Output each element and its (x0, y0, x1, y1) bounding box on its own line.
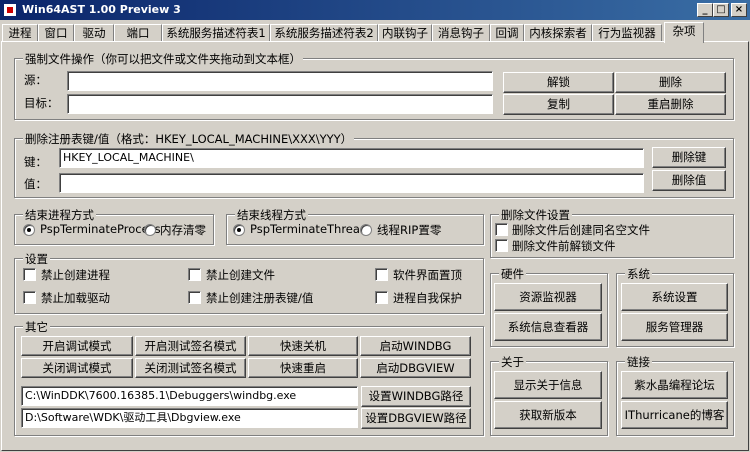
topmost-label: 软件界面置顶 (393, 268, 462, 282)
source-input[interactable] (67, 71, 493, 91)
create-empty-file-checkbox[interactable] (495, 223, 508, 236)
tab-message-hook[interactable]: 消息钩子 (432, 24, 490, 42)
links-title: 链接 (625, 354, 652, 370)
resource-monitor-button[interactable]: 资源监视器 (494, 283, 602, 311)
delete-value-button[interactable]: 删除值 (652, 170, 726, 191)
end-thread-title: 结束线程方式 (235, 207, 308, 223)
about-title: 关于 (499, 354, 526, 370)
key-label: 键： (24, 155, 47, 169)
delete-file-settings-title: 删除文件设置 (499, 207, 572, 223)
minimize-button[interactable]: _ (697, 3, 713, 17)
tab-window[interactable]: 窗口 (38, 24, 74, 42)
pspterminateprocess-label: PspTerminateProcess (40, 222, 161, 236)
delete-key-button[interactable]: 删除键 (652, 147, 726, 168)
registry-title: 删除注册表键/值（格式：HKEY_LOCAL_MACHINE\XXX\YYY） (23, 131, 355, 147)
thread-rip-zero-label: 线程RIP置零 (377, 223, 442, 237)
no-create-process-label: 禁止创建进程 (41, 268, 110, 282)
no-create-registry-label: 禁止创建注册表键/值 (206, 291, 314, 305)
tab-misc[interactable]: 杂项 (664, 22, 704, 43)
other-title: 其它 (23, 319, 50, 335)
memory-zero-label: 内存清零 (160, 223, 206, 237)
forum-link-button[interactable]: 紫水晶编程论坛 (621, 371, 728, 399)
window-title: Win64AST 1.00 Preview 3 (22, 3, 181, 16)
tab-ssdt1[interactable]: 系统服务描述符表1 (162, 24, 270, 42)
self-protect-label: 进程自我保护 (393, 291, 462, 305)
fast-shutdown-button[interactable]: 快速关机 (248, 336, 358, 356)
windbg-path-input[interactable]: C:\WinDDK\7600.16385.1\Debuggers\windbg.… (21, 386, 358, 406)
title-bar: Win64AST 1.00 Preview 3 _ □ × (0, 0, 750, 20)
app-icon (3, 3, 17, 17)
system-settings-button[interactable]: 系统设置 (621, 283, 728, 311)
close-button[interactable]: × (731, 3, 747, 17)
tab-ssdt2[interactable]: 系统服务描述符表2 (270, 24, 378, 42)
end-process-title: 结束进程方式 (23, 207, 96, 223)
pspterminatethread-label: PspTerminateThread (250, 222, 368, 236)
memory-zero-radio[interactable] (144, 224, 156, 236)
source-label: 源： (24, 73, 47, 87)
value-label: 值： (24, 177, 47, 191)
unlock-before-delete-label: 删除文件前解锁文件 (512, 239, 616, 253)
unlock-before-delete-checkbox[interactable] (495, 239, 508, 252)
tab-driver[interactable]: 驱动 (74, 24, 114, 42)
thread-rip-zero-radio[interactable] (360, 224, 372, 236)
tab-process[interactable]: 进程 (2, 24, 38, 42)
target-label: 目标： (24, 96, 59, 110)
self-protect-checkbox[interactable] (375, 291, 388, 304)
no-create-file-label: 禁止创建文件 (206, 268, 275, 282)
tab-port[interactable]: 端口 (114, 24, 162, 42)
enable-debug-button[interactable]: 开启调试模式 (21, 336, 133, 356)
no-load-driver-checkbox[interactable] (23, 291, 36, 304)
target-input[interactable] (67, 94, 493, 114)
reboot-delete-button[interactable]: 重启删除 (615, 94, 726, 115)
pspterminateprocess-radio[interactable] (23, 224, 35, 236)
pspterminatethread-radio[interactable] (233, 224, 245, 236)
no-load-driver-label: 禁止加载驱动 (41, 291, 110, 305)
no-create-registry-checkbox[interactable] (188, 291, 201, 304)
tab-inline-hook[interactable]: 内联钩子 (378, 24, 432, 42)
tab-kernel-explorer[interactable]: 内核探索者 (524, 24, 592, 42)
system-info-button[interactable]: 系统信息查看器 (494, 313, 602, 341)
unlock-button[interactable]: 解锁 (503, 72, 614, 93)
tab-behavior-monitor[interactable]: 行为监视器 (592, 24, 662, 42)
set-windbg-path-button[interactable]: 设置WINDBG路径 (361, 386, 471, 407)
show-about-button[interactable]: 显示关于信息 (494, 371, 602, 399)
no-create-file-checkbox[interactable] (188, 268, 201, 281)
start-dbgview-button[interactable]: 启动DBGVIEW (360, 358, 471, 378)
settings-title: 设置 (23, 251, 50, 267)
dbgview-path-input[interactable]: D:\Software\WDK\驱动工具\Dbgview.exe (21, 408, 358, 428)
create-empty-file-label: 删除文件后创建同名空文件 (512, 223, 650, 237)
topmost-checkbox[interactable] (375, 268, 388, 281)
set-dbgview-path-button[interactable]: 设置DBGVIEW路径 (361, 408, 471, 429)
no-create-process-checkbox[interactable] (23, 268, 36, 281)
start-windbg-button[interactable]: 启动WINDBG (360, 336, 471, 356)
delete-button[interactable]: 删除 (615, 72, 726, 93)
system-title: 系统 (625, 266, 652, 282)
enable-testsign-button[interactable]: 开启测试签名模式 (135, 336, 246, 356)
force-file-title: 强制文件操作（你可以把文件或文件夹拖动到文本框） (23, 51, 303, 67)
fast-reboot-button[interactable]: 快速重启 (248, 358, 358, 378)
tab-strip: 进程 窗口 驱动 端口 系统服务描述符表1 系统服务描述符表2 内联钩子 消息钩… (0, 22, 750, 43)
blog-link-button[interactable]: IThurricane的博客 (621, 401, 728, 429)
disable-debug-button[interactable]: 关闭调试模式 (21, 358, 133, 378)
disable-testsign-button[interactable]: 关闭测试签名模式 (135, 358, 246, 378)
maximize-button[interactable]: □ (713, 3, 729, 17)
hardware-title: 硬件 (499, 266, 526, 282)
registry-value-input[interactable] (59, 173, 644, 193)
copy-button[interactable]: 复制 (503, 94, 614, 115)
service-manager-button[interactable]: 服务管理器 (621, 313, 728, 341)
registry-key-input[interactable]: HKEY_LOCAL_MACHINE\ (59, 148, 644, 168)
get-new-version-button[interactable]: 获取新版本 (494, 401, 602, 429)
tab-callback[interactable]: 回调 (490, 24, 524, 42)
